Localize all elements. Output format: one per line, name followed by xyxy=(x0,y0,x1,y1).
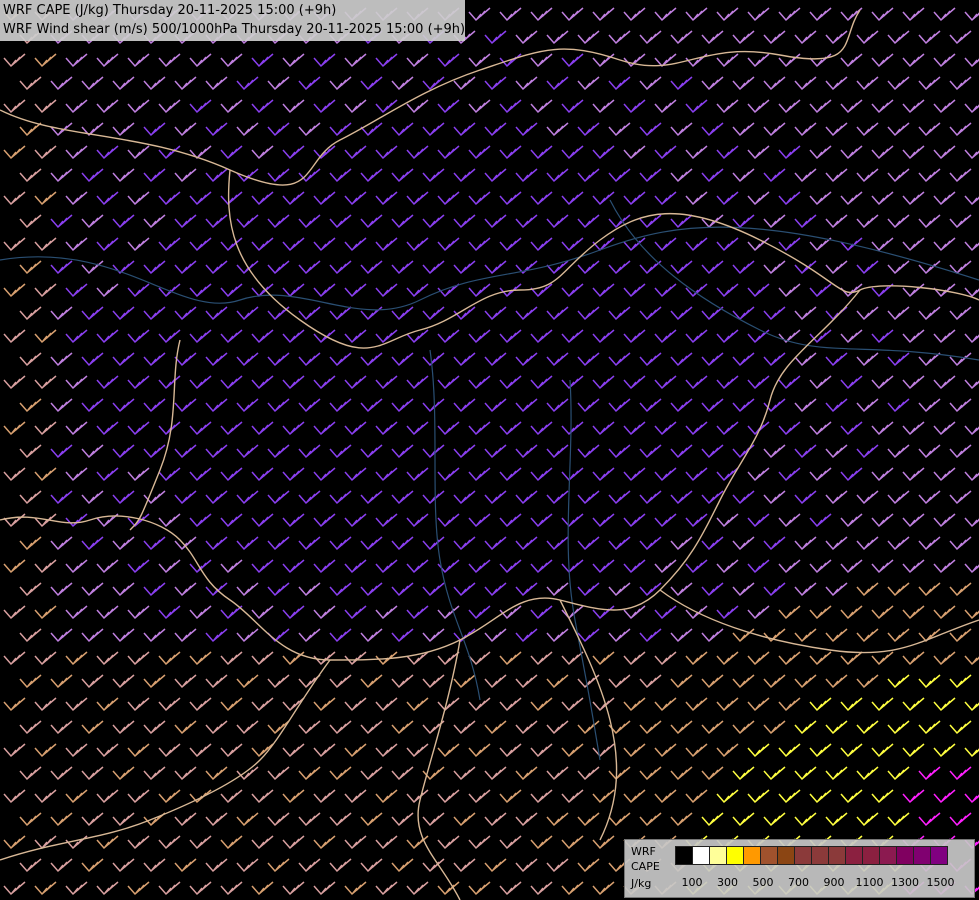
legend-tick-label: 1500 xyxy=(926,876,955,889)
legend-label-cape: CAPE xyxy=(631,860,660,873)
map-title-cape: WRF CAPE (J/kg) Thursday 20-11-2025 15:0… xyxy=(3,3,337,18)
legend-tick-label: 500 xyxy=(752,876,774,889)
title-box: WRF CAPE (J/kg) Thursday 20-11-2025 15:0… xyxy=(0,0,465,41)
legend-swatch xyxy=(828,846,846,865)
legend-swatch xyxy=(896,846,914,865)
legend-swatch xyxy=(743,846,761,865)
legend-swatch xyxy=(675,846,693,865)
legend-tick-label: 900 xyxy=(823,876,845,889)
legend-swatches xyxy=(675,846,948,865)
legend-swatch xyxy=(777,846,795,865)
legend-tick-label: 1300 xyxy=(891,876,919,889)
legend-swatch xyxy=(709,846,727,865)
legend-swatch xyxy=(879,846,897,865)
legend-tick-label: 1100 xyxy=(855,876,884,889)
legend-swatch xyxy=(794,846,812,865)
map-title-wind-shear: WRF Wind shear (m/s) 500/1000hPa Thursda… xyxy=(3,22,466,37)
legend-label-wrf: WRF xyxy=(631,845,656,858)
legend-tick-label: 100 xyxy=(681,876,703,889)
legend-swatch xyxy=(845,846,863,865)
legend-swatch xyxy=(692,846,710,865)
legend-swatch xyxy=(760,846,778,865)
legend-tick-label: 700 xyxy=(788,876,809,889)
legend-swatch xyxy=(726,846,744,865)
cape-legend: WRF CAPE J/kg 100 300 500 700 900 1100 1300 150… xyxy=(624,839,975,898)
legend-swatch xyxy=(811,846,829,865)
legend-swatch xyxy=(862,846,880,865)
legend-swatch xyxy=(930,846,948,865)
map xyxy=(0,0,979,900)
legend-tick-label: 300 xyxy=(717,876,738,889)
legend-swatch xyxy=(913,846,931,865)
legend-label-unit: J/kg xyxy=(631,877,652,890)
